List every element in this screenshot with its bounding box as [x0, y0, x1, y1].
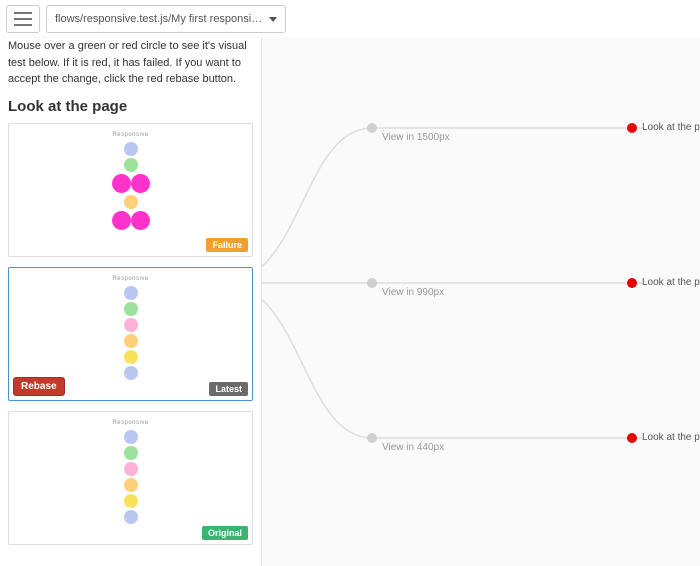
snapshot-card-failure[interactable]: Responsive Failure	[8, 123, 253, 257]
section-title: Look at the page	[8, 98, 253, 115]
dot-icon	[124, 195, 138, 209]
chevron-down-icon	[269, 17, 277, 22]
test-selector-dropdown[interactable]: flows/responsive.test.js/My first respon…	[46, 5, 286, 33]
leaf-label: Look at the page	[642, 122, 700, 133]
graph-leaf-node[interactable]	[627, 278, 637, 288]
dot-icon	[124, 350, 138, 364]
dot-icon	[124, 366, 138, 380]
dropdown-label: flows/responsive.test.js/My first respon…	[55, 13, 263, 25]
branch-label: View in 990px	[382, 287, 444, 298]
status-badge: Original	[202, 526, 248, 540]
branch-label: View in 440px	[382, 442, 444, 453]
snapshot-card-original[interactable]: Responsive Original	[8, 411, 253, 545]
graph-node[interactable]	[367, 278, 377, 288]
status-badge: Failure	[206, 238, 248, 252]
sidebar: Mouse over a green or red circle to see …	[0, 38, 262, 566]
topbar: flows/responsive.test.js/My first respon…	[0, 0, 700, 38]
leaf-label: Look at the page	[642, 277, 700, 288]
graph-node[interactable]	[367, 433, 377, 443]
dot-icon	[112, 211, 131, 230]
main: Mouse over a green or red circle to see …	[0, 38, 700, 566]
leaf-label: Look at the page	[642, 432, 700, 443]
dot-icon	[131, 211, 150, 230]
dot-icon	[124, 430, 138, 444]
dot-icon	[124, 158, 138, 172]
graph-lines	[262, 38, 700, 566]
status-badge: Latest	[209, 382, 248, 396]
snapshot-card-latest[interactable]: Responsive Rebase Latest	[8, 267, 253, 401]
hamburger-icon	[14, 12, 32, 26]
graph-leaf-node[interactable]	[627, 123, 637, 133]
dot-icon	[112, 174, 131, 193]
dot-icon	[124, 446, 138, 460]
dot-icon	[124, 462, 138, 476]
snapshot-thumb: Responsive	[15, 274, 246, 394]
branch-label: View in 1500px	[382, 132, 450, 143]
graph-leaf-node[interactable]	[627, 433, 637, 443]
dot-icon	[124, 142, 138, 156]
dot-pair	[112, 174, 150, 193]
dot-icon	[124, 334, 138, 348]
snapshot-thumb: Responsive	[15, 418, 246, 538]
dot-icon	[124, 478, 138, 492]
instructions-text: Mouse over a green or red circle to see …	[8, 38, 253, 88]
dot-icon	[131, 174, 150, 193]
dot-icon	[124, 302, 138, 316]
dot-pair	[112, 211, 150, 230]
dot-icon	[124, 510, 138, 524]
menu-button[interactable]	[6, 5, 40, 33]
dot-icon	[124, 318, 138, 332]
graph-node[interactable]	[367, 123, 377, 133]
test-graph: View in 1500px Look at the page View in …	[262, 38, 700, 566]
dot-icon	[124, 494, 138, 508]
rebase-button[interactable]: Rebase	[13, 377, 65, 396]
snapshot-thumb: Responsive	[15, 130, 246, 250]
dot-icon	[124, 286, 138, 300]
